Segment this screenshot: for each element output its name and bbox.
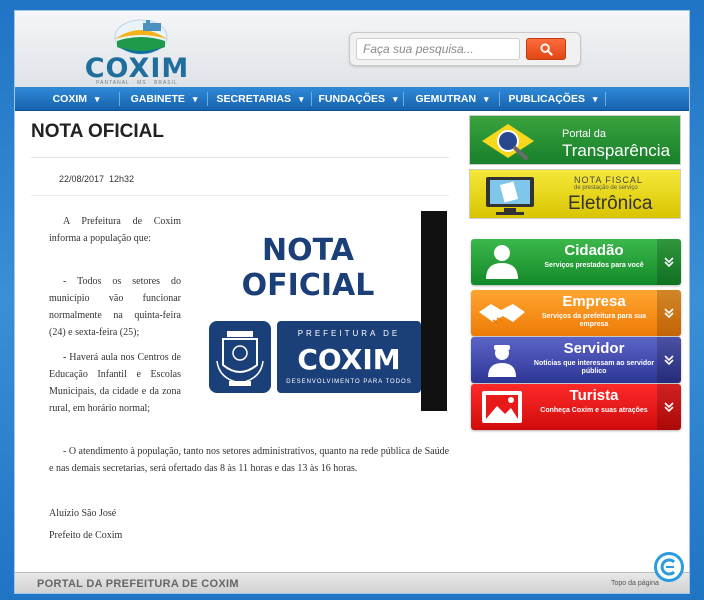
chevron-down-icon: ▾ [192,94,198,104]
article-paragraph: - O atendimento à população, tanto nos s… [49,446,450,474]
transparencia-small: Portal da [562,128,607,140]
service-name: Turista [569,387,619,404]
handshake-icon [479,304,525,325]
prefeitura-label: PREFEITURA DE [297,329,401,338]
nota-fiscal-tiny: de prestação de serviço [574,185,638,191]
expand-chevron-icon[interactable] [657,384,681,430]
expand-chevron-icon[interactable] [657,239,681,285]
nav-divider [207,92,208,106]
nav-item-fundacoes[interactable]: FUNDAÇÕES ▾ [313,87,403,111]
service-desc: Serviços prestados para você [544,262,644,269]
service-empresa-button[interactable]: Empresa Serviços da prefeitura para sua … [471,290,681,336]
picture-icon [482,391,522,423]
main-nav: COXIM ▾ GABINETE ▾ SECRETARIAS ▾ FUNDAÇÕ… [15,87,689,111]
transparencia-big: Transparência [562,141,671,160]
article-paragraph: - Todos os setores do município vão func… [49,276,181,338]
search-box [349,32,581,66]
prefeitura-box: PREFEITURA DE COXIM DESENVOLVIMENTO PARA… [277,321,421,393]
person-icon [486,245,518,279]
nota-fiscal-banner[interactable]: NOTA FISCAL de prestação de serviço Elet… [469,169,681,219]
watermark-logo-icon [654,552,684,582]
logo-subtitle: PANTANAL · MS · BRASIL [96,80,178,86]
nota-fiscal-small: NOTA FISCAL [574,175,643,185]
back-to-top-link[interactable]: Topo da página [611,580,659,587]
page-frame: COXIM PANTANAL · MS · BRASIL COXIM ▾ GAB… [14,10,690,594]
nota-fiscal-big: Eletrônica [568,193,653,214]
footer-title: PORTAL DA PREFEITURA DE COXIM [37,578,239,590]
chevron-down-icon: ▾ [592,94,598,104]
chevron-down-icon: ▾ [94,94,100,104]
portal-transparencia-banner[interactable]: Portal da Transparência [469,115,681,165]
nav-divider [119,92,120,106]
search-icon [539,42,553,56]
chevron-down-icon: ▾ [392,94,398,104]
site-header: COXIM PANTANAL · MS · BRASIL [15,11,689,87]
service-name: Cidadão [564,242,624,259]
expand-chevron-icon[interactable] [657,337,681,383]
search-button[interactable] [526,38,566,60]
monitor-invoice-icon [486,177,534,215]
prefeitura-city: COXIM [297,343,401,376]
search-input[interactable] [356,38,520,60]
signature-name: Aluízio São José [49,508,117,519]
article-time: 12h32 [109,174,135,184]
coat-of-arms-icon [216,331,264,386]
page-title: NOTA OFICIAL [31,121,164,142]
service-desc: Serviços da prefeitura para sua empresa [541,313,647,328]
service-turista-button[interactable]: Turista Conheça Coxim e suas atrações [471,384,681,430]
expand-chevron-icon[interactable] [657,290,681,336]
article-paragraph: A Prefeitura de Coxim informa a populaçã… [49,216,181,244]
divider [31,195,449,196]
article-paragraph: - Haverá aula nos Centros de Educação In… [49,352,181,414]
service-desc: Notícias que interessam ao servidor públ… [533,360,655,375]
service-desc: Conheça Coxim e suas atrações [540,407,648,414]
nav-divider [403,92,404,106]
signature-role: Prefeito de Coxim [49,530,123,541]
nav-item-gabinete[interactable]: GABINETE ▾ [121,87,207,111]
nav-item-publicacoes[interactable]: PUBLICAÇÕES ▾ [501,87,605,111]
nota-oficial-image: NOTA OFICIAL PREFEITURA DE COXIM DESENVO… [195,211,447,411]
image-edge-bar [421,211,447,411]
nav-divider [499,92,500,106]
nav-item-secretarias[interactable]: SECRETARIAS ▾ [209,87,311,111]
nav-divider [605,92,606,106]
site-footer: PORTAL DA PREFEITURA DE COXIM Topo da pá… [15,572,689,593]
service-servidor-button[interactable]: Servidor Notícias que interessam ao serv… [471,337,681,383]
service-cidadao-button[interactable]: Cidadão Serviços prestados para você [471,239,681,285]
chevron-down-icon: ▾ [484,94,489,104]
city-crest [209,321,271,393]
service-name: Servidor [563,340,625,357]
service-name: Empresa [562,293,626,310]
divider [31,157,449,158]
nav-item-coxim[interactable]: COXIM ▾ [35,87,117,111]
image-title: NOTA OFICIAL [241,233,375,303]
nav-item-gemutran[interactable]: GEMUTRAN ▾ [405,87,499,111]
worker-icon [488,345,516,377]
prefeitura-slogan: DESENVOLVIMENTO PARA TODOS [286,379,412,385]
brazil-flag-magnifier-icon [482,124,534,160]
article-date: 22/08/2017 [59,174,105,184]
nav-divider [311,92,312,106]
chevron-down-icon: ▾ [298,94,304,104]
